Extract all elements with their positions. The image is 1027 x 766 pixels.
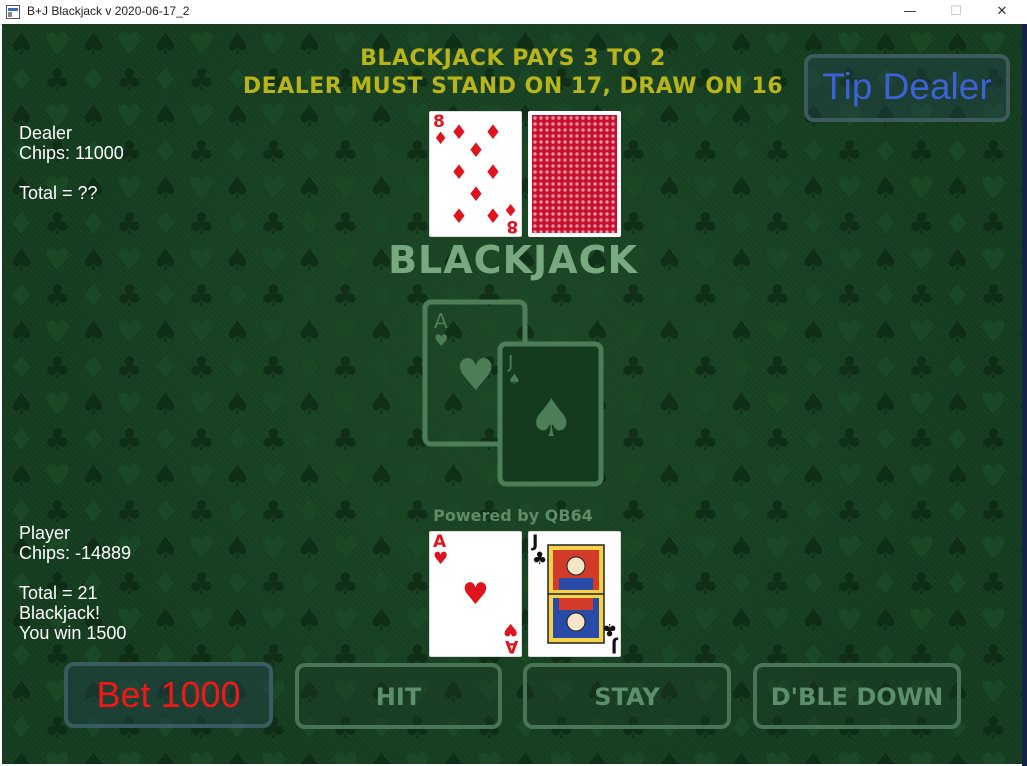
player-name: Player bbox=[19, 523, 71, 543]
card-index-bottom: A ♥ bbox=[502, 619, 518, 656]
player-info: Player Chips: -14889 Total = 21 Blackjac… bbox=[19, 523, 131, 643]
diamond-icon: ♦ bbox=[467, 182, 485, 206]
svg-text:♥: ♥ bbox=[434, 331, 448, 350]
window-title: B+J Blackjack v 2020-06-17_2 bbox=[27, 4, 190, 18]
card-index-top: J ♣ bbox=[532, 532, 548, 569]
logo-ace-rank: A bbox=[434, 309, 448, 333]
double-down-button[interactable]: D'BLE DOWN bbox=[753, 663, 961, 729]
diamond-icon: ♦ bbox=[467, 138, 485, 162]
diamond-icon: ♦ bbox=[484, 160, 502, 184]
logo-jack-rank: J bbox=[507, 352, 513, 373]
dealer-chips: Chips: 11000 bbox=[19, 143, 124, 163]
powered-by-text: Powered by QB64 bbox=[433, 506, 593, 525]
maximize-button[interactable]: ☐ bbox=[933, 0, 979, 24]
hit-button[interactable]: HIT bbox=[295, 663, 502, 729]
card-index-top: 8 ♦ bbox=[433, 112, 449, 149]
bet-button[interactable]: Bet 1000 bbox=[64, 662, 273, 728]
player-result: Blackjack! bbox=[19, 603, 101, 623]
diamond-icon: ♦ bbox=[450, 160, 468, 184]
player-win: You win 1500 bbox=[19, 623, 127, 643]
player-card-2: J ♣ J ♣ bbox=[528, 531, 621, 657]
tip-dealer-label: Tip Dealer bbox=[822, 66, 992, 107]
dealer-info: Dealer Chips: 11000 Total = ?? bbox=[19, 123, 124, 203]
double-down-label: D'BLE DOWN bbox=[770, 683, 944, 711]
dealer-card-1: 8 ♦ ♦ ♦ ♦ ♦ ♦ ♦ ♦ ♦ 8 ♦ bbox=[429, 111, 522, 237]
heart-icon: ♥ bbox=[462, 577, 489, 612]
minimize-button[interactable]: — bbox=[887, 0, 933, 24]
blackjack-logo-cards: A ♥ ♥ J ♠ ♠ bbox=[422, 299, 604, 487]
card-index-top: A ♥ bbox=[433, 532, 449, 569]
card-index-bottom: J ♣ bbox=[601, 619, 617, 656]
player-chips: Chips: -14889 bbox=[19, 543, 132, 563]
svg-text:♠: ♠ bbox=[508, 372, 521, 388]
tip-dealer-button[interactable]: Tip Dealer bbox=[804, 54, 1010, 122]
app-icon bbox=[6, 5, 20, 19]
window-border-right bbox=[1022, 24, 1027, 766]
stay-label: STAY bbox=[594, 683, 660, 711]
jack-face-art bbox=[547, 544, 605, 644]
diamond-icon: ♦ bbox=[484, 120, 502, 144]
hit-label: HIT bbox=[375, 683, 422, 711]
diamond-icon: ♦ bbox=[484, 204, 502, 228]
bet-label: Bet 1000 bbox=[96, 674, 241, 715]
diamond-icon: ♦ bbox=[450, 204, 468, 228]
card-index-bottom: 8 ♦ bbox=[502, 199, 518, 236]
svg-text:♥: ♥ bbox=[456, 350, 495, 401]
close-button[interactable]: ✕ bbox=[979, 0, 1025, 24]
player-total: Total = 21 bbox=[19, 583, 98, 603]
dealer-card-2-face-down bbox=[528, 111, 621, 237]
dealer-total: Total = ?? bbox=[19, 183, 98, 203]
dealer-name: Dealer bbox=[19, 123, 73, 143]
blackjack-logo-title: BLACKJACK bbox=[388, 238, 638, 282]
stay-button[interactable]: STAY bbox=[523, 663, 731, 729]
title-bar: B+J Blackjack v 2020-06-17_2 — ☐ ✕ bbox=[0, 0, 1027, 25]
svg-text:♠: ♠ bbox=[528, 389, 575, 449]
diamond-icon: ♦ bbox=[450, 120, 468, 144]
player-card-1: A ♥ ♥ A ♥ bbox=[429, 531, 522, 657]
game-window: B+J Blackjack v 2020-06-17_2 — ☐ ✕ ♠ ♥ ♦… bbox=[0, 0, 1027, 766]
